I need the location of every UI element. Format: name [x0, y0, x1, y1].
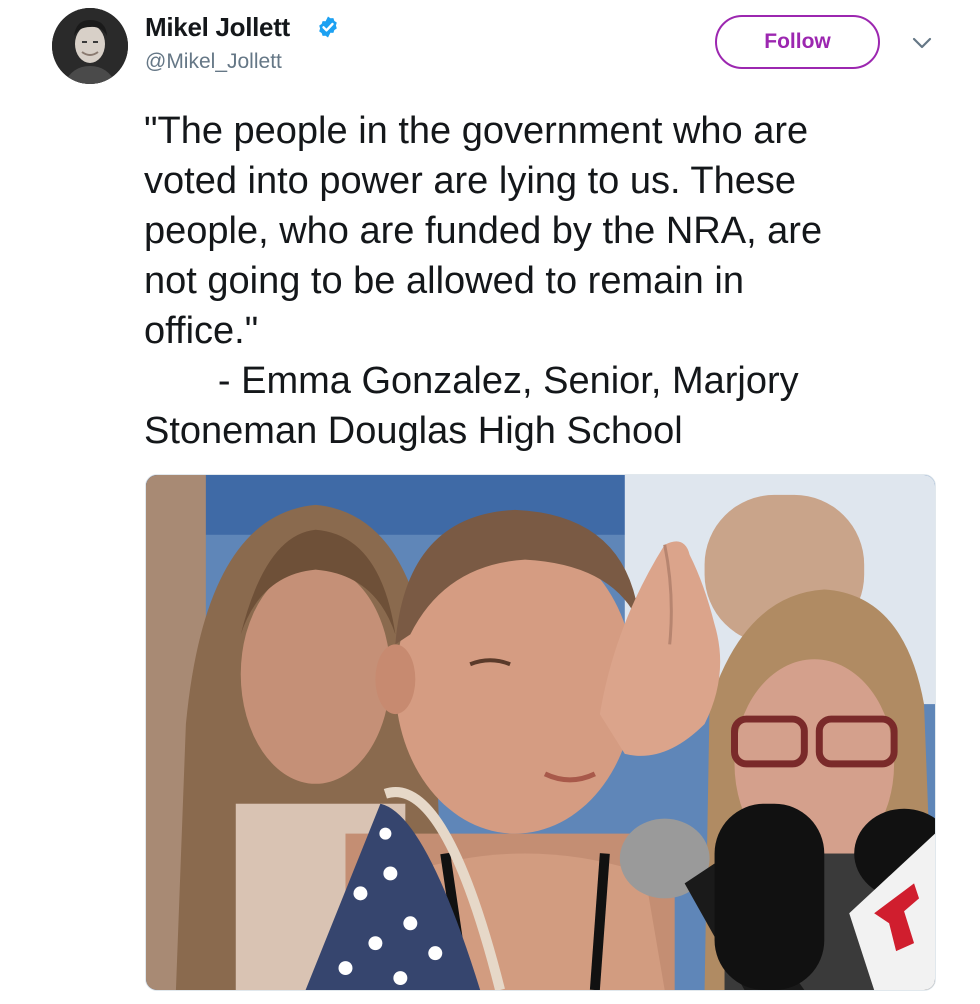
profile-photo-icon: [52, 8, 128, 84]
tweet-text-line: "The people in the government who are: [144, 110, 809, 152]
chevron-down-icon[interactable]: [910, 33, 934, 53]
avatar[interactable]: [52, 8, 128, 84]
tweet-text-line: Stoneman Douglas High School: [144, 410, 683, 452]
follow-button[interactable]: Follow: [715, 15, 880, 69]
tweet-text-line: not going to be allowed to remain in: [144, 260, 744, 302]
verified-badge-icon: [319, 16, 337, 38]
tweet-photo[interactable]: [145, 474, 936, 991]
tweet-text-line: voted into power are lying to us. These: [144, 160, 797, 202]
rally-photo-image: [146, 475, 935, 990]
tweet-text-line: - Emma Gonzalez, Senior, Marjory: [144, 360, 799, 402]
display-name[interactable]: Mikel Jollett: [145, 12, 290, 43]
tweet-text-line: people, who are funded by the NRA, are: [144, 210, 823, 252]
tweet-text-line: office.": [144, 310, 259, 352]
tweet-text: "The people in the government who are vo…: [144, 106, 944, 456]
user-handle[interactable]: @Mikel_Jollett: [145, 50, 282, 74]
